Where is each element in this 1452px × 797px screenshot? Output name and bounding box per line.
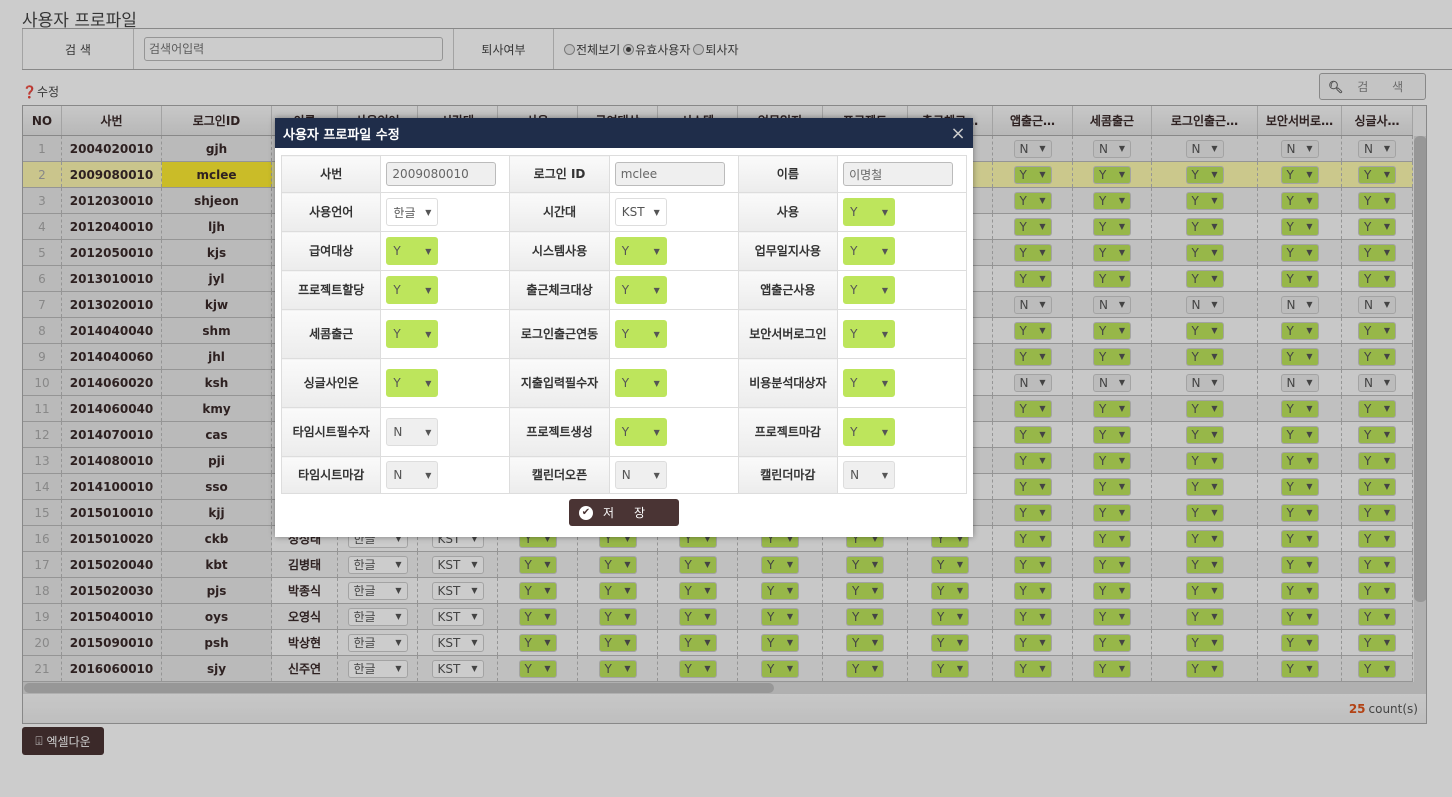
yn-select[interactable]: Y bbox=[386, 320, 439, 348]
form-row: 사용언어한글 시간대KST 사용Y bbox=[280, 192, 967, 232]
field-label: 프로젝트마감 bbox=[737, 407, 839, 457]
field-value: Y bbox=[837, 358, 967, 408]
yn-select[interactable]: Y bbox=[614, 369, 667, 397]
field-value: Y bbox=[608, 231, 739, 271]
select-field[interactable]: 한글 bbox=[386, 198, 439, 226]
field-value: Y bbox=[608, 358, 739, 408]
save-button[interactable]: ✔ 저장 bbox=[569, 499, 679, 526]
field-label: 시간대 bbox=[509, 192, 610, 232]
field-value: Y bbox=[380, 270, 511, 310]
field-label: 싱글사인온 bbox=[280, 358, 382, 408]
field-value: 이명철 bbox=[837, 155, 967, 193]
field-label: 이름 bbox=[737, 155, 839, 193]
field-value: Y bbox=[837, 270, 967, 310]
field-label: 프로젝트생성 bbox=[509, 407, 610, 457]
yn-select[interactable]: Y bbox=[843, 276, 896, 304]
profile-form: 사번2009080010 로그인 IDmclee 이름이명철사용언어한글 시간대KST… bbox=[280, 155, 967, 494]
field-label: 비용분석대상자 bbox=[737, 358, 839, 408]
form-row: 세콤출근Y로그인출근연동Y보안서버로그인Y bbox=[280, 309, 967, 359]
field-value: Y bbox=[608, 270, 739, 310]
select-field[interactable]: KST bbox=[614, 198, 667, 226]
field-label: 로그인 ID bbox=[509, 155, 610, 193]
field-label: 사용 bbox=[737, 192, 839, 232]
field-label: 사번 bbox=[280, 155, 382, 193]
form-row: 싱글사인온Y지출입력필수자Y비용분석대상자Y bbox=[280, 358, 967, 408]
field-label: 앱출근사용 bbox=[737, 270, 839, 310]
field-label: 캘린더오픈 bbox=[509, 456, 610, 494]
yn-select[interactable]: Y bbox=[843, 237, 896, 265]
field-value: Y bbox=[837, 407, 967, 457]
yn-select[interactable]: Y bbox=[843, 369, 896, 397]
text-field[interactable]: 2009080010 bbox=[386, 162, 497, 186]
field-label: 지출입력필수자 bbox=[509, 358, 610, 408]
field-value: Y bbox=[837, 231, 967, 271]
field-label: 사용언어 bbox=[280, 192, 382, 232]
field-label: 업무일지사용 bbox=[737, 231, 839, 271]
field-label: 보안서버로그인 bbox=[737, 309, 839, 359]
field-label: 세콤출근 bbox=[280, 309, 382, 359]
form-row: 타임시트필수자N프로젝트생성Y프로젝트마감Y bbox=[280, 407, 967, 457]
field-value: Y bbox=[837, 309, 967, 359]
field-value: 2009080010 bbox=[380, 155, 511, 193]
yn-select[interactable]: Y bbox=[386, 237, 439, 265]
yn-select[interactable]: Y bbox=[386, 276, 439, 304]
field-label: 로그인출근연동 bbox=[509, 309, 610, 359]
yn-select[interactable]: Y bbox=[843, 198, 896, 226]
field-value: Y bbox=[380, 231, 511, 271]
field-label: 시스템사용 bbox=[509, 231, 610, 271]
field-value: N bbox=[380, 407, 511, 457]
field-label: 급여대상 bbox=[280, 231, 382, 271]
profile-edit-modal: 사용자 프로파일 수정 × 사번 2009080010 로그인 ID mclee 이름 이명… bbox=[275, 118, 973, 537]
text-field[interactable]: mclee bbox=[614, 162, 725, 186]
field-value: N bbox=[608, 456, 739, 494]
field-label: 캘린더마감 bbox=[737, 456, 839, 494]
yn-select[interactable]: Y bbox=[614, 418, 667, 446]
save-label: 저장 bbox=[603, 506, 666, 520]
yn-select[interactable]: Y bbox=[843, 320, 896, 348]
yn-select[interactable]: N bbox=[843, 461, 896, 489]
field-value: N bbox=[837, 456, 967, 494]
field-label: 출근체크대상 bbox=[509, 270, 610, 310]
yn-select[interactable]: Y bbox=[614, 237, 667, 265]
yn-select[interactable]: N bbox=[386, 461, 439, 489]
field-value: 한글 bbox=[380, 192, 511, 232]
field-value: Y bbox=[608, 309, 739, 359]
check-icon: ✔ bbox=[579, 505, 593, 520]
yn-select[interactable]: Y bbox=[386, 369, 439, 397]
field-value: mclee bbox=[608, 155, 739, 193]
yn-select[interactable]: Y bbox=[843, 418, 896, 446]
field-label: 타임시트필수자 bbox=[280, 407, 382, 457]
form-row: 타임시트마감N캘린더오픈N캘린더마감N bbox=[280, 456, 967, 494]
field-value: Y bbox=[380, 358, 511, 408]
modal-title: 사용자 프로파일 수정 bbox=[283, 127, 400, 143]
yn-select[interactable]: N bbox=[614, 461, 667, 489]
yn-select[interactable]: N bbox=[386, 418, 439, 446]
field-value: KST bbox=[608, 192, 739, 232]
form-row: 급여대상Y시스템사용Y업무일지사용Y bbox=[280, 231, 967, 271]
form-row: 프로젝트할당Y출근체크대상Y앱출근사용Y bbox=[280, 270, 967, 310]
field-value: N bbox=[380, 456, 511, 494]
field-value: Y bbox=[837, 192, 967, 232]
field-label: 타임시트마감 bbox=[280, 456, 382, 494]
text-field[interactable]: 이명철 bbox=[843, 162, 954, 186]
field-value: Y bbox=[380, 309, 511, 359]
close-icon[interactable]: × bbox=[943, 123, 973, 144]
yn-select[interactable]: Y bbox=[614, 320, 667, 348]
yn-select[interactable]: Y bbox=[614, 276, 667, 304]
field-value: Y bbox=[608, 407, 739, 457]
form-row: 사번 2009080010 로그인 ID mclee 이름 이명철 bbox=[280, 155, 967, 193]
field-label: 프로젝트할당 bbox=[280, 270, 382, 310]
